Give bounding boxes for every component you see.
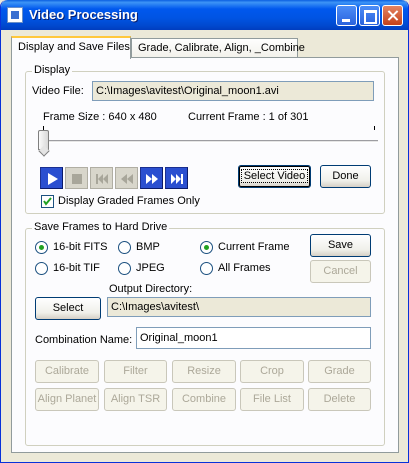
current-frame-text: Current Frame : 1 of 301	[188, 111, 309, 123]
frame-slider[interactable]	[38, 126, 378, 154]
radio-jpeg[interactable]	[118, 262, 131, 275]
cancel-button[interactable]: Cancel	[310, 260, 371, 283]
last-frame-button[interactable]	[165, 167, 188, 189]
step-back-button[interactable]	[115, 167, 138, 189]
radio-16bit-tif-label: 16-bit TIF	[53, 262, 100, 274]
radio-jpeg-label: JPEG	[136, 262, 165, 274]
graded-only-label: Display Graded Frames Only	[58, 195, 200, 207]
save-frames-legend: Save Frames to Hard Drive	[32, 221, 170, 233]
radio-16bit-tif[interactable]	[35, 262, 48, 275]
select-video-label: Select Video	[240, 169, 309, 183]
graded-only-checkbox[interactable]	[41, 195, 54, 208]
radio-current-frame-label: Current Frame	[218, 241, 290, 253]
play-button[interactable]	[40, 167, 63, 189]
combination-name-label: Combination Name:	[35, 334, 133, 346]
save-button[interactable]: Save	[310, 234, 371, 257]
tab-panel: Display Video File: C:\Images\avitest\Or…	[11, 57, 399, 453]
output-dir-field[interactable]: C:\Images\avitest\	[107, 297, 371, 317]
frame-size-text: Frame Size : 640 x 480	[43, 111, 157, 123]
grade-button[interactable]: Grade	[308, 360, 371, 383]
file-list-button[interactable]: File List	[240, 388, 304, 411]
stop-button[interactable]	[65, 167, 88, 189]
combine-button[interactable]: Combine	[172, 388, 236, 411]
radio-bmp-label: BMP	[136, 241, 160, 253]
first-frame-button[interactable]	[90, 167, 113, 189]
display-group: Display Video File: C:\Images\avitest\Or…	[25, 64, 385, 214]
app-icon	[7, 7, 23, 23]
video-file-field[interactable]: C:\Images\avitest\Original_moon1.avi	[92, 81, 374, 101]
video-processing-window: Video Processing Display and Save Files …	[0, 0, 409, 463]
slider-thumb[interactable]	[38, 130, 49, 150]
align-tsr-button[interactable]: Align TSR	[104, 388, 167, 411]
radio-all-frames-label: All Frames	[218, 262, 271, 274]
tab-grade-calibrate[interactable]: Grade, Calibrate, Align, _Combine	[131, 38, 305, 58]
maximize-button[interactable]	[359, 5, 380, 26]
title-bar[interactable]: Video Processing	[1, 0, 408, 30]
slider-track	[38, 140, 378, 143]
calibrate-button[interactable]: Calibrate	[35, 360, 99, 383]
display-group-legend: Display	[32, 64, 73, 76]
window-title: Video Processing	[29, 7, 138, 22]
close-button[interactable]	[382, 5, 403, 26]
align-planet-button[interactable]: Align Planet	[35, 388, 99, 411]
tab-display-and-save[interactable]: Display and Save Files	[11, 36, 131, 59]
check-icon	[43, 197, 52, 206]
radio-current-frame[interactable]	[200, 241, 213, 254]
filter-button[interactable]: Filter	[104, 360, 167, 383]
step-forward-button[interactable]	[140, 167, 163, 189]
radio-bmp[interactable]	[118, 241, 131, 254]
resize-button[interactable]: Resize	[172, 360, 236, 383]
output-dir-label: Output Directory:	[109, 283, 193, 295]
minimize-button[interactable]	[336, 5, 357, 26]
select-video-button[interactable]: Select Video	[238, 165, 311, 188]
crop-button[interactable]: Crop	[240, 360, 304, 383]
select-output-dir-button[interactable]: Select	[35, 297, 101, 320]
radio-16bit-fits[interactable]	[35, 241, 48, 254]
radio-16bit-fits-label: 16-bit FITS	[53, 241, 108, 253]
video-file-label: Video File:	[32, 85, 84, 97]
combination-name-input[interactable]: Original_moon1	[136, 327, 371, 349]
done-button[interactable]: Done	[320, 165, 371, 188]
delete-button[interactable]: Delete	[308, 388, 371, 411]
radio-all-frames[interactable]	[200, 262, 213, 275]
